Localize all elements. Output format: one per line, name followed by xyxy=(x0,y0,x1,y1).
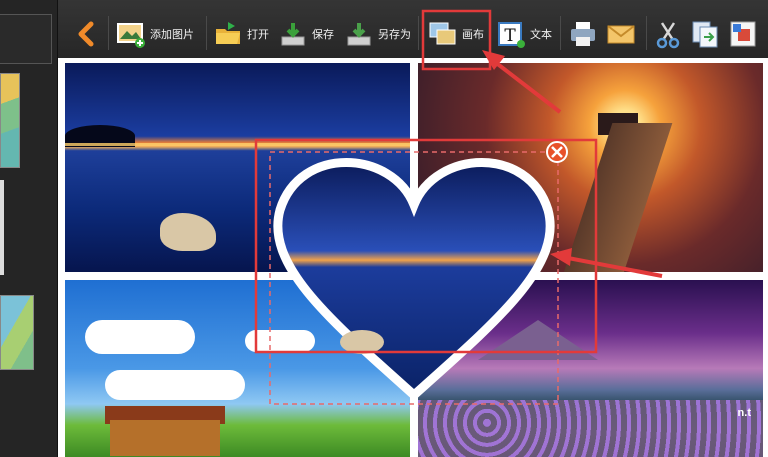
left-thumbnail-panel xyxy=(0,0,58,457)
photo-sunset-lake[interactable] xyxy=(65,63,410,272)
photo-mountain-lake-flowers[interactable]: n.t xyxy=(418,280,763,457)
export-icon xyxy=(730,21,756,47)
text-label: 文本 xyxy=(530,29,552,41)
email-icon xyxy=(607,25,635,44)
save-as-label: 另存为 xyxy=(378,29,411,41)
print-button[interactable] xyxy=(568,16,598,52)
print-icon xyxy=(571,22,595,46)
toolbar: 添加图片 打开 保存 另存为 画布 T 文本 xyxy=(58,0,768,60)
canvas-label: 画布 xyxy=(462,29,484,41)
open-button[interactable]: 打开 xyxy=(213,16,269,52)
collage-canvas[interactable]: n.t xyxy=(58,58,768,457)
canvas-button[interactable]: 画布 xyxy=(428,16,484,52)
save-label: 保存 xyxy=(312,29,334,41)
save-button[interactable]: 保存 xyxy=(278,16,334,52)
email-button[interactable] xyxy=(606,16,636,52)
add-image-icon xyxy=(117,23,145,48)
layout-thumbnail-2[interactable] xyxy=(0,180,4,275)
photo-blue-sky-house[interactable] xyxy=(65,280,410,457)
open-label: 打开 xyxy=(247,29,269,41)
save-as-icon xyxy=(347,23,371,46)
cut-button[interactable] xyxy=(653,16,683,52)
shell-shape xyxy=(160,213,216,251)
back-button[interactable] xyxy=(72,16,102,52)
copy-icon xyxy=(692,21,718,48)
watermark: n.t xyxy=(737,407,751,419)
back-arrow-icon xyxy=(78,21,94,47)
open-folder-icon xyxy=(216,22,240,44)
save-as-button[interactable]: 另存为 xyxy=(344,16,411,52)
layout-thumbnail-1[interactable] xyxy=(0,73,20,168)
layout-thumbnail-3[interactable] xyxy=(0,295,34,370)
copy-button[interactable] xyxy=(690,16,720,52)
add-image-label: 添加图片 xyxy=(150,29,194,41)
cut-icon xyxy=(656,22,680,49)
panel-header-box xyxy=(0,14,52,64)
svg-text:T: T xyxy=(504,26,516,46)
add-image-button[interactable]: 添加图片 xyxy=(116,16,194,52)
canvas-icon xyxy=(429,22,456,45)
photo-sunset-pier[interactable] xyxy=(418,63,763,272)
text-icon: T xyxy=(498,22,525,48)
text-button[interactable]: T 文本 xyxy=(496,16,552,52)
save-icon xyxy=(281,23,305,46)
export-button[interactable] xyxy=(728,16,758,52)
